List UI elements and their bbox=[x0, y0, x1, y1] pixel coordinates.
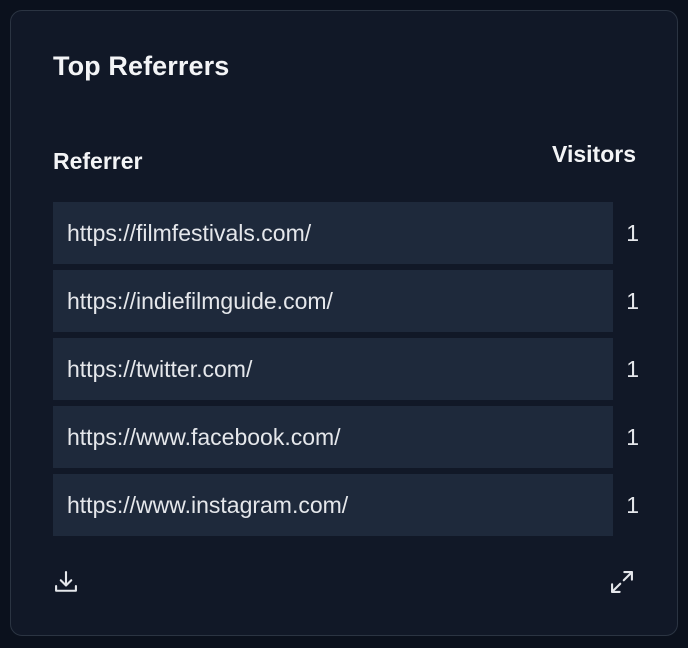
referrer-bar: https://indiefilmguide.com/ bbox=[53, 270, 613, 332]
list-item: https://twitter.com/ 1 bbox=[53, 338, 639, 400]
visitor-count: 1 bbox=[626, 491, 639, 518]
referrer-link[interactable]: https://twitter.com/ bbox=[67, 356, 252, 383]
list-item: https://filmfestivals.com/ 1 bbox=[53, 202, 639, 264]
column-header-referrer: Referrer bbox=[53, 148, 143, 174]
card-title: Top Referrers bbox=[53, 51, 230, 81]
referrer-link[interactable]: https://www.facebook.com/ bbox=[67, 424, 341, 451]
referrer-bar: https://www.facebook.com/ bbox=[53, 406, 613, 468]
top-referrers-card: Top Referrers Referrer Visitors https://… bbox=[10, 10, 678, 636]
visitor-count: 1 bbox=[626, 423, 639, 450]
list-item: https://www.instagram.com/ 1 bbox=[53, 474, 639, 536]
visitor-count: 1 bbox=[626, 219, 639, 246]
referrer-bar: https://filmfestivals.com/ bbox=[53, 202, 613, 264]
referrer-bar: https://www.instagram.com/ bbox=[53, 474, 613, 536]
referrer-link[interactable]: https://filmfestivals.com/ bbox=[67, 220, 311, 247]
download-button[interactable] bbox=[51, 567, 81, 597]
expand-button[interactable] bbox=[607, 567, 637, 597]
referrer-bar: https://twitter.com/ bbox=[53, 338, 613, 400]
download-icon bbox=[55, 571, 77, 592]
referrer-list: https://filmfestivals.com/ 1 https://ind… bbox=[53, 202, 639, 542]
visitor-count: 1 bbox=[626, 287, 639, 314]
expand-icon bbox=[611, 571, 633, 593]
list-item: https://indiefilmguide.com/ 1 bbox=[53, 270, 639, 332]
referrer-link[interactable]: https://www.instagram.com/ bbox=[67, 492, 348, 519]
column-header-visitors: Visitors bbox=[552, 141, 636, 167]
referrer-link[interactable]: https://indiefilmguide.com/ bbox=[67, 288, 333, 315]
list-item: https://www.facebook.com/ 1 bbox=[53, 406, 639, 468]
visitor-count: 1 bbox=[626, 355, 639, 382]
